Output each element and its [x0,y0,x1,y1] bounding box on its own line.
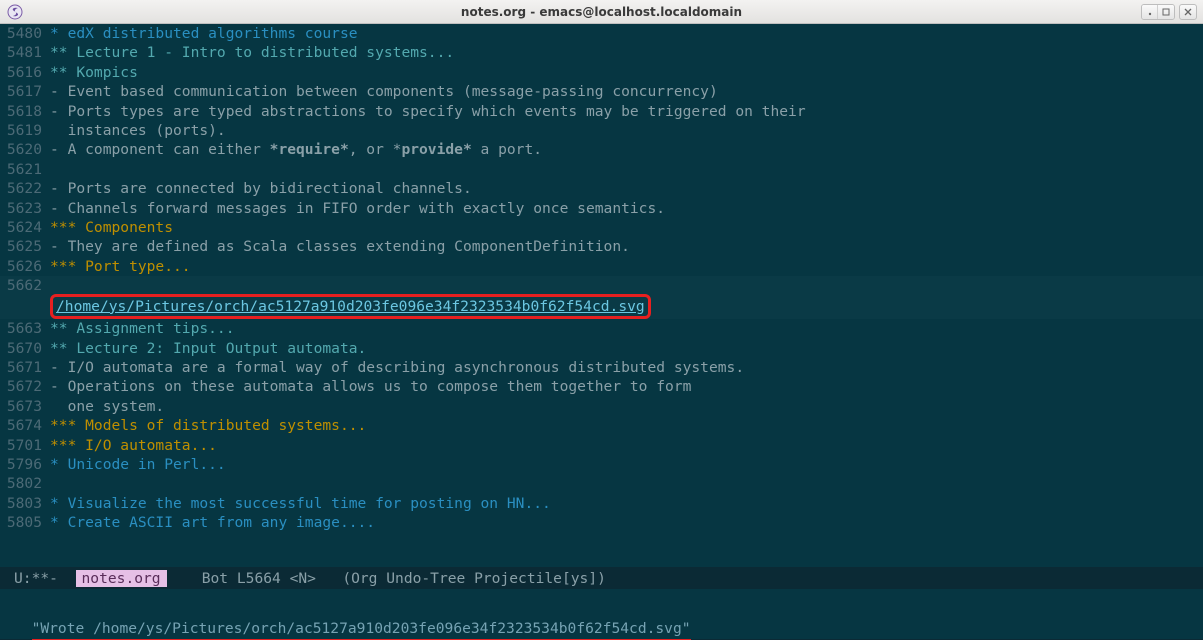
editor-line[interactable]: 5796* Unicode in Perl... [0,455,1203,474]
editor-line[interactable]: 5663** Assignment tips... [0,319,1203,338]
editor-line[interactable]: 5625- They are defined as Scala classes … [0,237,1203,256]
line-number: 5805 [0,513,48,532]
line-number: 5480 [0,24,48,43]
line-number: 5674 [0,416,48,435]
line-content: - Operations on these automata allows us… [48,377,1203,396]
editor-line[interactable]: 5622- Ports are connected by bidirection… [0,179,1203,198]
editor-line[interactable]: /home/ys/Pictures/orch/ac5127a910d203fe0… [0,296,1203,319]
line-content: *** I/O automata... [48,436,1203,455]
editor-line[interactable]: 5623- Channels forward messages in FIFO … [0,199,1203,218]
line-content: - Channels forward messages in FIFO orde… [48,199,1203,218]
line-content: * edX distributed algorithms course [48,24,1203,43]
line-number: 5803 [0,494,48,513]
line-number: 5619 [0,121,48,140]
editor-line[interactable]: 5481** Lecture 1 - Intro to distributed … [0,43,1203,62]
line-number: 5617 [0,82,48,101]
line-number: 5670 [0,339,48,358]
emacs-app-icon [6,3,24,21]
editor-line[interactable]: 5480* edX distributed algorithms course [0,24,1203,43]
line-content: * Unicode in Perl... [48,455,1203,474]
close-button[interactable] [1179,4,1197,20]
line-content: - Ports are connected by bidirectional c… [48,179,1203,198]
editor-line[interactable]: 5672- Operations on these automata allow… [0,377,1203,396]
line-content: - Ports types are typed abstractions to … [48,102,1203,121]
editor-line[interactable]: 5624*** Components [0,218,1203,237]
line-content [48,160,1203,179]
modeline-buffer-name[interactable]: notes.org [76,570,167,587]
line-number: 5672 [0,377,48,396]
editor-area[interactable]: 5480* edX distributed algorithms course5… [0,24,1203,567]
editor-line[interactable]: 5616** Kompics [0,63,1203,82]
mode-line: U:**- notes.org Bot L5664 <N> (Org Undo-… [0,567,1203,589]
echo-message: "Wrote /home/ys/Pictures/orch/ac5127a910… [32,620,691,640]
line-content: - They are defined as Scala classes exte… [48,237,1203,256]
echo-area: "Wrote /home/ys/Pictures/orch/ac5127a910… [0,589,1203,639]
editor-line[interactable]: 5671- I/O automata are a formal way of d… [0,358,1203,377]
editor-line[interactable]: 5803* Visualize the most successful time… [0,494,1203,513]
editor-line[interactable]: 5620- A component can either *require*, … [0,140,1203,159]
editor-line[interactable]: 5673 one system. [0,397,1203,416]
line-content: * Visualize the most successful time for… [48,494,1203,513]
editor-line[interactable]: 5802 [0,474,1203,493]
line-number: 5618 [0,102,48,121]
line-number: 5673 [0,397,48,416]
line-number: 5620 [0,140,48,159]
window-title: notes.org - emacs@localhost.localdomain [0,5,1203,19]
line-content: *** Port type... [48,257,1203,276]
line-number: 5671 [0,358,48,377]
window-buttons [1141,4,1203,20]
line-content: instances (ports). [48,121,1203,140]
editor-line[interactable]: 5662 [0,276,1203,295]
line-content: * Create ASCII art from any image.... [48,513,1203,532]
editor-line[interactable]: 5674*** Models of distributed systems... [0,416,1203,435]
editor-line[interactable]: 5617- Event based communication between … [0,82,1203,101]
line-content: - I/O automata are a formal way of descr… [48,358,1203,377]
line-content: ** Lecture 1 - Intro to distributed syst… [48,43,1203,62]
line-number: 5623 [0,199,48,218]
window-titlebar: notes.org - emacs@localhost.localdomain [0,0,1203,24]
line-content [48,474,1203,493]
line-number: 5662 [0,276,48,295]
line-content: *** Models of distributed systems... [48,416,1203,435]
window-minimize-restore-group[interactable] [1141,4,1175,20]
highlight-annotation: /home/ys/Pictures/orch/ac5127a910d203fe0… [50,294,651,319]
line-content: one system. [48,397,1203,416]
editor-line[interactable]: 5626*** Port type... [0,257,1203,276]
line-number: 5802 [0,474,48,493]
editor-line[interactable]: 5619 instances (ports). [0,121,1203,140]
line-number: 5625 [0,237,48,256]
line-number: 5622 [0,179,48,198]
line-number: 5701 [0,436,48,455]
editor-line[interactable]: 5618- Ports types are typed abstractions… [0,102,1203,121]
editor-line[interactable]: 5670** Lecture 2: Input Output automata. [0,339,1203,358]
line-content: - A component can either *require*, or *… [48,140,1203,159]
line-content: ** Lecture 2: Input Output automata. [48,339,1203,358]
line-number: 5796 [0,455,48,474]
editor-line[interactable]: 5805* Create ASCII art from any image...… [0,513,1203,532]
line-number: 5481 [0,43,48,62]
editor-line[interactable]: 5701*** I/O automata... [0,436,1203,455]
line-content: - Event based communication between comp… [48,82,1203,101]
editor-line[interactable]: 5621 [0,160,1203,179]
line-number: 5626 [0,257,48,276]
line-content: ** Kompics [48,63,1203,82]
line-content: /home/ys/Pictures/orch/ac5127a910d203fe0… [48,296,1203,319]
line-number [0,296,48,319]
line-number: 5624 [0,218,48,237]
file-link[interactable]: /home/ys/Pictures/orch/ac5127a910d203fe0… [56,298,645,315]
line-content: *** Components [48,218,1203,237]
modeline-flags: U:**- [14,570,76,587]
line-number: 5621 [0,160,48,179]
line-content [48,276,1203,295]
line-content: ** Assignment tips... [48,319,1203,338]
minimize-icon[interactable] [1142,5,1158,19]
line-number: 5663 [0,319,48,338]
restore-icon[interactable] [1158,5,1174,19]
modeline-status: Bot L5664 <N> (Org Undo-Tree Projectile[… [167,570,606,587]
line-number: 5616 [0,63,48,82]
